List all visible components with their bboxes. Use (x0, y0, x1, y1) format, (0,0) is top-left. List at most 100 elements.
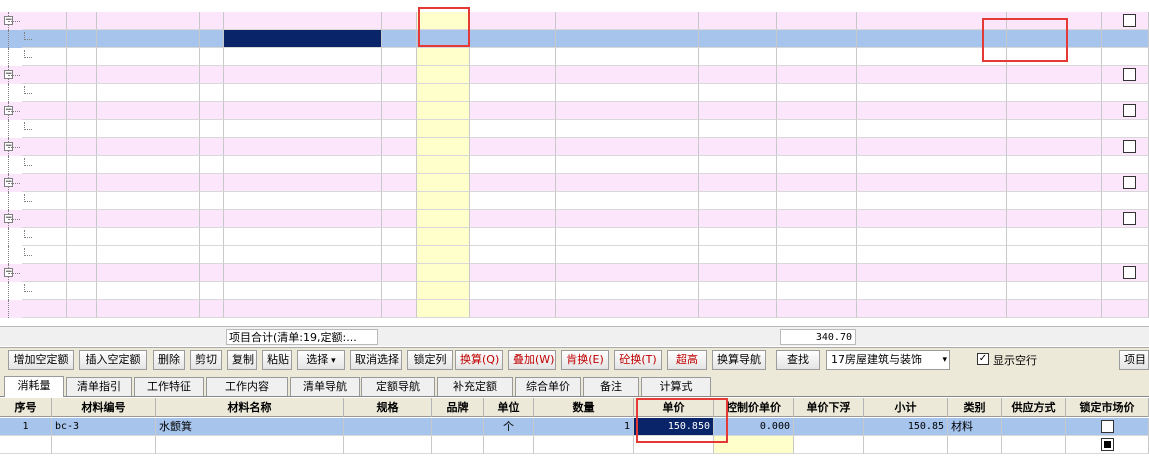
empty-cell[interactable] (97, 246, 200, 264)
empty-cell[interactable] (857, 138, 1007, 156)
price-cell[interactable] (417, 12, 470, 30)
table-row[interactable]: − (0, 210, 1149, 228)
empty-cell[interactable] (777, 120, 857, 138)
tab-1[interactable]: 清单指引 (66, 377, 132, 396)
empty-cell[interactable] (857, 12, 1007, 30)
material-unit[interactable]: 个 (484, 418, 534, 436)
empty-cell[interactable] (224, 156, 382, 174)
price-cell[interactable] (417, 66, 470, 84)
qty2-cell[interactable] (556, 210, 699, 228)
toolbar-button-7[interactable]: 取消选择 (350, 350, 402, 370)
unit-cell[interactable] (382, 102, 417, 120)
empty-cell[interactable] (470, 300, 556, 318)
tab-2[interactable]: 工作特征 (134, 377, 204, 396)
empty-cell[interactable] (857, 246, 1007, 264)
blank-row[interactable] (0, 246, 1149, 264)
empty-cell[interactable] (22, 84, 67, 102)
num-cell[interactable] (200, 210, 224, 228)
empty-cell[interactable] (1007, 300, 1102, 318)
qty2-cell[interactable] (556, 102, 699, 120)
empty-cell[interactable] (200, 156, 224, 174)
total-cell[interactable] (777, 174, 857, 192)
empty-cell[interactable] (224, 192, 382, 210)
type-cell[interactable] (1007, 12, 1102, 30)
empty-cell[interactable] (699, 282, 777, 300)
type-cell[interactable] (1007, 228, 1102, 246)
code-cell[interactable] (97, 102, 200, 120)
empty-cell[interactable] (777, 282, 857, 300)
type-cell[interactable] (1007, 138, 1102, 156)
num-cell[interactable] (200, 30, 224, 48)
lock-market-price-checkbox[interactable] (1101, 420, 1114, 433)
qty-cell[interactable] (470, 12, 556, 30)
seq-cell[interactable] (22, 210, 67, 228)
code-cell[interactable] (97, 138, 200, 156)
material-brand[interactable] (432, 418, 484, 436)
empty-cell[interactable] (1102, 48, 1149, 66)
unit-cell[interactable] (382, 30, 417, 48)
name-cell[interactable] (224, 66, 382, 84)
empty-cell[interactable] (22, 192, 67, 210)
empty-cell[interactable] (857, 192, 1007, 210)
empty-cell[interactable] (556, 246, 699, 264)
price-cell[interactable] (417, 30, 470, 48)
empty-cell[interactable] (156, 436, 344, 454)
material-ctrl-price[interactable]: 0.000 (714, 418, 794, 436)
qty-cell[interactable] (470, 30, 556, 48)
code-cell[interactable] (97, 210, 200, 228)
empty-cell[interactable] (67, 66, 97, 84)
empty-cell[interactable] (777, 192, 857, 210)
empty-cell[interactable] (699, 48, 777, 66)
table-row[interactable]: − (0, 12, 1149, 30)
empty-cell[interactable] (470, 246, 556, 264)
blank-row[interactable] (0, 84, 1149, 102)
empty-cell[interactable] (224, 246, 382, 264)
empty-cell[interactable] (22, 120, 67, 138)
empty-cell[interactable] (224, 120, 382, 138)
empty-cell[interactable] (97, 120, 200, 138)
tab-3[interactable]: 工作内容 (206, 377, 288, 396)
qty-cell[interactable] (470, 210, 556, 228)
table-row[interactable]: − (0, 264, 1149, 282)
type-cell[interactable] (1007, 30, 1102, 48)
material-price[interactable]: 150.850 (634, 418, 714, 436)
empty-cell[interactable] (200, 84, 224, 102)
blank-row[interactable] (0, 282, 1149, 300)
empty-cell[interactable] (67, 246, 97, 264)
name-cell[interactable] (224, 210, 382, 228)
empty-cell[interactable] (67, 102, 97, 120)
num-cell[interactable] (200, 264, 224, 282)
seq-cell[interactable] (22, 12, 67, 30)
empty-cell[interactable] (484, 436, 534, 454)
row-checkbox[interactable] (1123, 212, 1136, 225)
code-cell[interactable] (97, 30, 200, 48)
toolbar-button-8[interactable]: 锁定列 (407, 350, 453, 370)
code-cell[interactable] (97, 264, 200, 282)
toolbar-button-15[interactable]: 查找 (776, 350, 820, 370)
toolbar-button-14[interactable]: 换算导航 (712, 350, 766, 370)
empty-cell[interactable] (417, 300, 470, 318)
material-row[interactable]: 1 bc-3 水颤箕个 1 150.850 0.000 150.85 材料 (0, 418, 1149, 436)
empty-cell[interactable] (67, 174, 97, 192)
empty-cell[interactable] (97, 192, 200, 210)
name-cell[interactable] (224, 174, 382, 192)
empty-cell[interactable] (382, 48, 417, 66)
qty-cell[interactable] (470, 174, 556, 192)
empty-cell[interactable] (382, 156, 417, 174)
toolbar-button-9[interactable]: 换算(Q) (455, 350, 503, 370)
price-cell[interactable] (417, 210, 470, 228)
toolbar-button-5[interactable]: 粘贴 (262, 350, 292, 370)
name-cell[interactable] (224, 138, 382, 156)
material-category[interactable]: 材料 (948, 418, 1002, 436)
row-checkbox[interactable] (1123, 140, 1136, 153)
show-empty-checkbox[interactable]: ✓ (977, 353, 989, 365)
material-seq[interactable]: 1 (0, 418, 52, 436)
empty-cell[interactable] (67, 156, 97, 174)
empty-cell[interactable] (417, 246, 470, 264)
qty2-cell[interactable] (556, 66, 699, 84)
amount-cell[interactable] (699, 228, 777, 246)
empty-cell[interactable] (200, 48, 224, 66)
empty-cell[interactable] (777, 84, 857, 102)
row-checkbox[interactable] (1123, 176, 1136, 189)
empty-cell[interactable] (857, 210, 1007, 228)
